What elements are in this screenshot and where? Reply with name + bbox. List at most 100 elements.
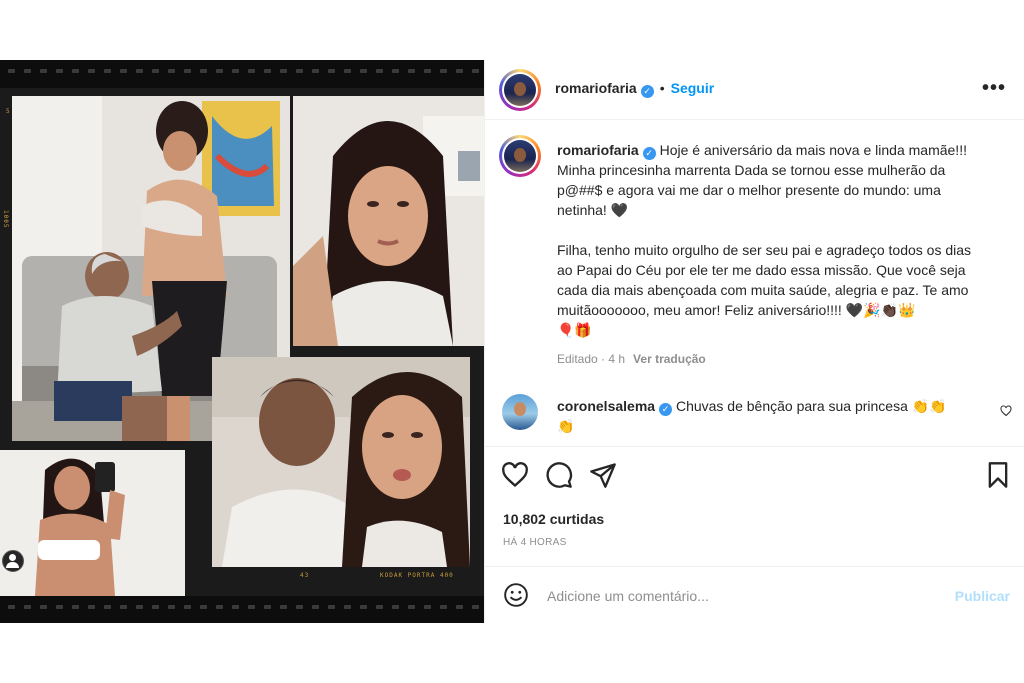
film-perforation: [216, 69, 223, 73]
film-perforation: [376, 605, 383, 609]
film-perforation: [408, 69, 415, 73]
film-perforation: [88, 605, 95, 609]
publish-button[interactable]: Publicar: [955, 588, 1010, 604]
post-header: romariofaria ✓ • Seguir •••: [485, 60, 1024, 120]
film-perforation: [264, 605, 271, 609]
film-mark-side: 1005: [2, 210, 9, 229]
caption-meta: Editado · 4 h Ver tradução: [557, 352, 706, 366]
film-perforation: [216, 605, 223, 609]
likes-count[interactable]: 10,802 curtidas: [503, 511, 604, 527]
film-perforation: [456, 605, 463, 609]
film-perforation: [264, 69, 271, 73]
share-send-icon[interactable]: [589, 461, 617, 489]
caption-author-avatar[interactable]: [499, 135, 541, 177]
film-perforation: [72, 605, 79, 609]
film-perforation: [392, 605, 399, 609]
author-username[interactable]: romariofaria: [555, 80, 637, 96]
film-perforation: [152, 69, 159, 73]
film-perforation: [24, 69, 31, 73]
comment-author-username[interactable]: coronelsalema: [557, 398, 655, 414]
post-media-collage[interactable]: 5 1005 KODAK PORTRA 400 43: [0, 60, 484, 623]
separator-dot: •: [659, 80, 665, 96]
film-perforation: [184, 605, 191, 609]
film-perforation: [424, 605, 431, 609]
film-perforation: [424, 69, 431, 73]
film-perforation: [8, 605, 15, 609]
author-avatar[interactable]: [499, 69, 541, 111]
film-perforation: [168, 605, 175, 609]
film-perforation: [56, 605, 63, 609]
film-perforation: [120, 69, 127, 73]
film-perforation: [40, 69, 47, 73]
film-perforation: [328, 605, 335, 609]
film-perforation: [296, 69, 303, 73]
film-mark-number: 43: [300, 572, 310, 579]
save-bookmark-icon[interactable]: [984, 461, 1012, 489]
photo-mirror-selfie: [0, 450, 185, 596]
film-mark-kodak: KODAK PORTRA 400: [380, 572, 454, 579]
film-perforation: [232, 605, 239, 609]
film-perforation: [472, 69, 479, 73]
film-perforation: [232, 69, 239, 73]
add-comment-bar: Publicar: [485, 566, 1024, 622]
post-actions: 10,802 curtidas HÁ 4 HORAS Publicar: [485, 446, 1024, 621]
film-strip-top: [0, 60, 484, 88]
film-perforation: [440, 605, 447, 609]
film-perforation: [280, 605, 287, 609]
film-perforation: [472, 605, 479, 609]
film-perforation: [280, 69, 287, 73]
film-perforation: [168, 69, 175, 73]
film-perforation: [136, 605, 143, 609]
film-perforation: [312, 605, 319, 609]
film-perforation: [248, 605, 255, 609]
more-options-icon[interactable]: •••: [982, 77, 1006, 100]
caption-author-username[interactable]: romariofaria: [557, 142, 639, 158]
verified-badge-icon: ✓: [640, 85, 654, 98]
film-perforation: [56, 69, 63, 73]
film-perforation: [312, 69, 319, 73]
film-perforation: [104, 605, 111, 609]
film-perforation: [200, 69, 207, 73]
comment-like-heart-icon[interactable]: [1000, 405, 1012, 417]
post-time: HÁ 4 HORAS: [503, 537, 567, 548]
film-perforation: [200, 605, 207, 609]
emoji-smiley-icon[interactable]: [503, 582, 529, 608]
film-perforation: [248, 69, 255, 73]
film-perforation: [136, 69, 143, 73]
film-perforation: [344, 605, 351, 609]
film-perforation: [392, 69, 399, 73]
film-perforation: [456, 69, 463, 73]
photo-selfie-daughter: [293, 96, 484, 346]
film-perforation: [8, 69, 15, 73]
photo-father-daughter: [212, 357, 470, 567]
instagram-post: 5 1005 KODAK PORTRA 400 43 romariofaria ✓…: [0, 60, 1024, 623]
film-perforation: [88, 69, 95, 73]
see-translation-link[interactable]: Ver tradução: [633, 352, 706, 366]
commenter-avatar[interactable]: [502, 394, 538, 430]
user-tag-icon[interactable]: [2, 550, 24, 572]
comment-item: coronelsalema ✓ Chuvas de bênção para sua…: [557, 396, 977, 436]
film-perforation: [152, 605, 159, 609]
comment-bubble-icon[interactable]: [545, 461, 573, 489]
comment-input[interactable]: [545, 581, 929, 611]
film-perforation: [328, 69, 335, 73]
follow-button[interactable]: Seguir: [671, 80, 715, 96]
header-user-line: romariofaria ✓ • Seguir: [555, 80, 714, 98]
film-perforation: [40, 605, 47, 609]
like-heart-icon[interactable]: [501, 461, 529, 489]
film-perforation: [184, 69, 191, 73]
film-perforation: [296, 605, 303, 609]
caption-text: Hoje é aniversário da mais nova e linda …: [557, 142, 972, 338]
film-mark-frame: 5: [6, 108, 11, 115]
post-side-panel: romariofaria ✓ • Seguir ••• romariofaria ✓ H…: [484, 60, 1024, 623]
film-perforation: [360, 605, 367, 609]
film-perforation: [344, 69, 351, 73]
film-perforation: [72, 69, 79, 73]
film-perforation: [440, 69, 447, 73]
film-perforation: [24, 605, 31, 609]
film-perforation: [360, 69, 367, 73]
film-perforation: [120, 605, 127, 609]
edited-time: Editado · 4 h: [557, 352, 626, 366]
film-perforation: [104, 69, 111, 73]
verified-badge-icon: ✓: [642, 147, 656, 160]
